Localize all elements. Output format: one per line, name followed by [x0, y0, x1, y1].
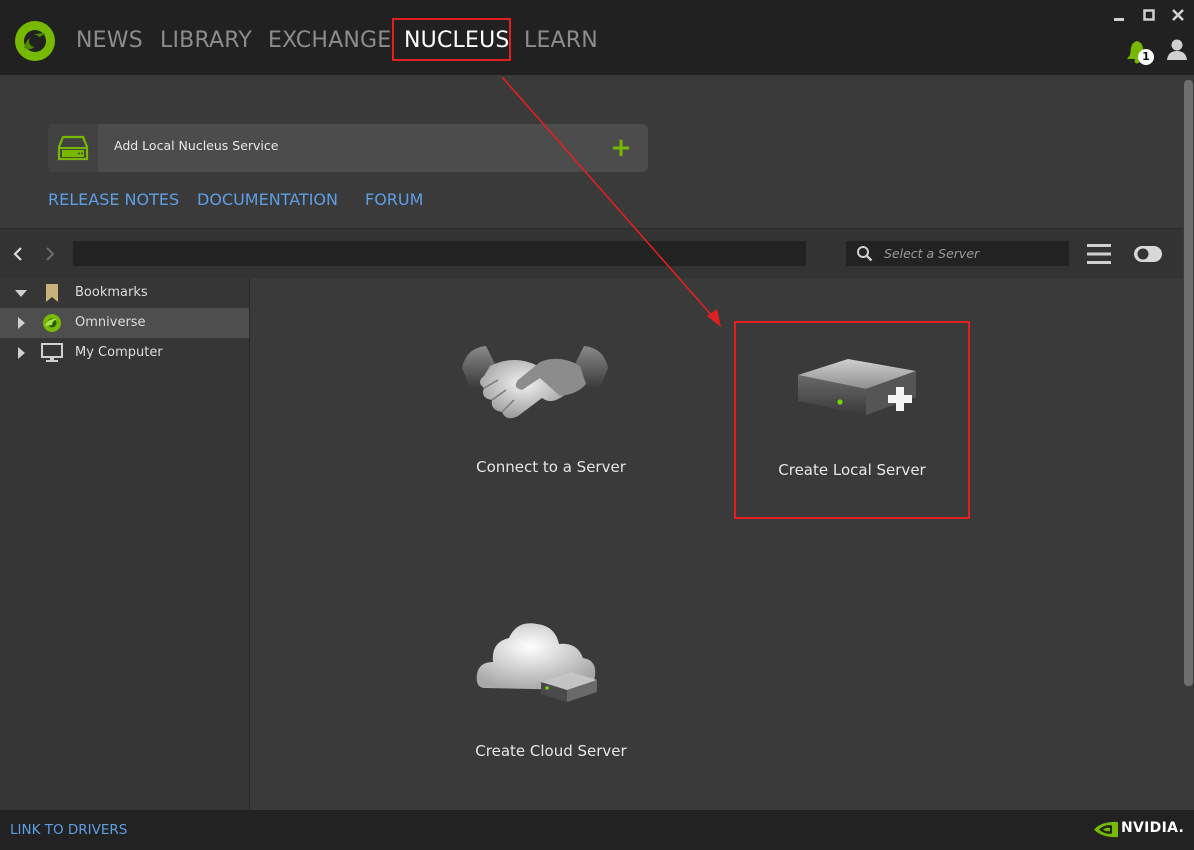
create-cloud-server-tile[interactable]: Create Cloud Server: [435, 616, 667, 766]
close-icon: [1172, 9, 1184, 21]
forward-button[interactable]: [40, 243, 60, 265]
notification-count-badge: 1: [1138, 49, 1154, 65]
search-placeholder-text: Select a Server: [884, 246, 980, 261]
server-add-icon: [798, 359, 916, 415]
omniverse-launcher-window: NEWS LIBRARY EXCHANGE NUCLEUS LEARN 1 Ad…: [0, 0, 1194, 850]
documentation-link[interactable]: DOCUMENTATION: [197, 190, 338, 209]
nvidia-eye-icon: [1094, 821, 1118, 838]
server-options-panel: Connect to a Server Create Local Server …: [250, 278, 1183, 810]
maximize-button[interactable]: [1140, 6, 1158, 24]
sidebar-item-label: My Computer: [75, 345, 163, 360]
create-local-server-label: Create Local Server: [778, 461, 926, 479]
minimize-button[interactable]: [1110, 6, 1128, 24]
search-icon: [857, 246, 873, 262]
navigator-sidebar: Bookmarks Omniverse My Computer: [0, 278, 250, 810]
maximize-icon: [1143, 9, 1155, 21]
navigator-toolbar: Select a Server: [0, 228, 1183, 278]
tab-learn[interactable]: LEARN: [524, 24, 598, 58]
sidebar-item-bookmarks[interactable]: Bookmarks: [0, 278, 249, 308]
bookmark-icon: [46, 284, 58, 302]
tab-exchange[interactable]: EXCHANGE: [268, 24, 391, 58]
user-account-icon[interactable]: [1166, 38, 1188, 62]
scrollbar-thumb[interactable]: [1184, 80, 1193, 686]
footer-bar: LINK TO DRIVERS NVIDIA.: [0, 810, 1194, 850]
service-label: Add Local Nucleus Service: [114, 138, 279, 153]
drive-icon: [57, 135, 89, 161]
omniverse-icon: [43, 314, 61, 332]
sidebar-item-label: Omniverse: [75, 315, 146, 330]
top-navigation-bar: NEWS LIBRARY EXCHANGE NUCLEUS LEARN 1: [0, 0, 1194, 75]
add-service-plus-icon[interactable]: +: [610, 134, 632, 162]
close-button[interactable]: [1169, 6, 1187, 24]
caret-right-icon[interactable]: [14, 346, 28, 360]
caret-down-icon[interactable]: [14, 286, 28, 300]
connect-to-server-label: Connect to a Server: [476, 458, 626, 476]
chevron-right-icon: [46, 247, 55, 261]
nvidia-logo: NVIDIA.: [1094, 820, 1184, 840]
sidebar-item-my-computer[interactable]: My Computer: [0, 338, 249, 368]
omniverse-logo-icon[interactable]: [14, 20, 56, 62]
back-button[interactable]: [8, 243, 28, 265]
computer-icon: [41, 343, 63, 362]
connect-to-server-tile[interactable]: Connect to a Server: [435, 340, 667, 490]
handshake-icon: [462, 346, 608, 419]
nucleus-tab-highlight-box: [392, 18, 511, 61]
toggle-switch-icon[interactable]: [1133, 245, 1163, 263]
add-local-nucleus-service-card[interactable]: Add Local Nucleus Service +: [48, 124, 648, 172]
tab-library[interactable]: LIBRARY: [160, 24, 252, 58]
minimize-icon: [1114, 18, 1124, 21]
forum-link[interactable]: FORUM: [365, 190, 423, 209]
nvidia-wordmark: NVIDIA.: [1121, 820, 1185, 836]
service-icon-container: [48, 124, 98, 172]
path-input[interactable]: [73, 241, 806, 266]
caret-right-icon[interactable]: [14, 316, 28, 330]
chevron-left-icon: [13, 247, 22, 261]
hamburger-menu-icon[interactable]: [1087, 242, 1111, 266]
tab-news[interactable]: NEWS: [76, 24, 143, 58]
sidebar-item-label: Bookmarks: [75, 285, 148, 300]
cloud-server-icon: [476, 623, 597, 702]
sidebar-item-omniverse[interactable]: Omniverse: [0, 308, 249, 338]
create-local-server-tile[interactable]: Create Local Server: [734, 321, 970, 519]
server-search-field[interactable]: Select a Server: [846, 241, 1069, 266]
release-notes-link[interactable]: RELEASE NOTES: [48, 190, 179, 209]
create-cloud-server-label: Create Cloud Server: [475, 742, 627, 760]
link-to-drivers[interactable]: LINK TO DRIVERS: [10, 822, 127, 838]
